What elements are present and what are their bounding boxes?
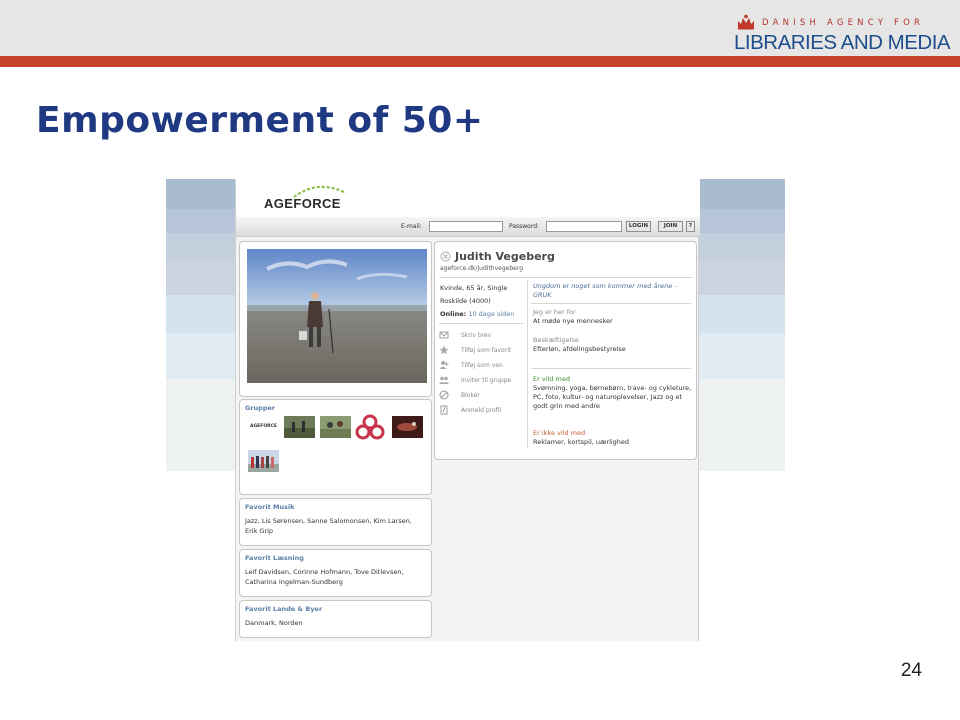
here-for-label: Jeg er her for bbox=[533, 308, 576, 316]
ageforce-logo[interactable]: AGEFORCE bbox=[264, 196, 341, 211]
profile-location: Roskilde (4000) bbox=[440, 297, 491, 305]
occupation-value: Efterløn, afdelingsbestyrelse bbox=[533, 345, 626, 353]
group-thumb-ageforce[interactable]: AGEFORCE bbox=[248, 416, 279, 438]
divider bbox=[439, 323, 524, 324]
join-button[interactable]: JOIN bbox=[658, 221, 683, 232]
reading-text: Leif Davidsen, Corinne Hofmann, Tove Dit… bbox=[245, 568, 404, 586]
profile-photo-box bbox=[239, 241, 432, 397]
password-label: Password: bbox=[509, 223, 540, 230]
music-text: Jazz, Lis Sørensen, Sanne Salomonsen, Ki… bbox=[245, 517, 412, 535]
status-circle-icon bbox=[440, 251, 451, 262]
groups-title: Grupper bbox=[245, 404, 276, 412]
groups-box: Grupper AGEFORCE bbox=[239, 399, 432, 495]
favorite-reading-box: Favorit Læsning Leif Davidsen, Corinne H… bbox=[239, 549, 432, 597]
column-divider bbox=[527, 280, 528, 448]
logo-agency-line: DANISH AGENCY FOR bbox=[762, 18, 925, 28]
divider bbox=[531, 303, 691, 304]
occupation-label: Beskæftigelse bbox=[533, 336, 579, 344]
profile-quote: Ungdom er noget som kommer med årene - G… bbox=[533, 282, 677, 299]
group-thumb-3[interactable] bbox=[355, 414, 385, 440]
slide-title: Empowerment of 50+ bbox=[36, 100, 484, 141]
online-label: Online: bbox=[440, 310, 467, 318]
page-number: 24 bbox=[900, 660, 922, 681]
star-icon bbox=[439, 345, 449, 355]
online-value: 10 dage siden bbox=[468, 310, 515, 318]
profile-online: Online: 10 dage siden bbox=[440, 310, 514, 318]
group-icon bbox=[439, 376, 449, 384]
accent-bar bbox=[0, 56, 960, 67]
favorite-music-box: Favorit Musik Jazz, Lis Sørensen, Sanne … bbox=[239, 498, 432, 546]
dislikes-value: Reklamer, kortspil, uærlighed bbox=[533, 438, 630, 446]
email-input[interactable] bbox=[429, 221, 503, 232]
group-thumb-5[interactable] bbox=[248, 450, 279, 472]
friend-icon bbox=[439, 361, 449, 369]
profile-box: Judith Vegeberg ageforce.dk/judithvegebe… bbox=[434, 241, 697, 460]
profile-photo[interactable] bbox=[247, 249, 427, 383]
music-title: Favorit Musik bbox=[245, 503, 295, 511]
logo-name-line: LIBRARIES AND MEDIA bbox=[734, 31, 951, 54]
places-text: Danmark, Norden bbox=[245, 619, 303, 627]
divider bbox=[439, 277, 693, 278]
profile-name: Judith Vegeberg bbox=[455, 250, 555, 263]
website-screenshot: AGEFORCE E-mail: Password: LOGIN JOIN ? bbox=[166, 179, 785, 641]
profile-details: Kvinde, 65 år, Single bbox=[440, 284, 508, 292]
likes-label: Er vild med bbox=[533, 375, 570, 383]
places-title: Favorit Lande & Byer bbox=[245, 605, 323, 613]
here-for-value: At møde nye mennesker bbox=[533, 317, 613, 325]
profile-url[interactable]: ageforce.dk/judithvegeberg bbox=[440, 265, 523, 272]
password-input[interactable] bbox=[546, 221, 622, 232]
group-thumb-1[interactable] bbox=[284, 416, 315, 438]
letter-icon bbox=[439, 331, 449, 339]
likes-value: Svømning, yoga, børnebørn, trave- og cyk… bbox=[533, 384, 692, 410]
reading-title: Favorit Læsning bbox=[245, 554, 304, 562]
group-thumb-4[interactable] bbox=[392, 416, 423, 438]
login-button[interactable]: LOGIN bbox=[626, 221, 651, 232]
report-icon bbox=[440, 405, 448, 415]
agency-logo: DANISH AGENCY FOR LIBRARIES AND MEDIA bbox=[734, 14, 951, 54]
email-label: E-mail: bbox=[401, 223, 422, 230]
login-bar: E-mail: Password: LOGIN JOIN ? bbox=[236, 217, 700, 237]
divider bbox=[531, 368, 691, 369]
ageforce-site: AGEFORCE E-mail: Password: LOGIN JOIN ? bbox=[235, 179, 700, 641]
block-icon bbox=[439, 390, 449, 400]
site-header: AGEFORCE bbox=[236, 179, 700, 217]
slide: DANISH AGENCY FOR LIBRARIES AND MEDIA Em… bbox=[0, 0, 960, 720]
help-button[interactable]: ? bbox=[686, 221, 695, 232]
group-thumb-2[interactable] bbox=[320, 416, 351, 438]
favorite-places-box: Favorit Lande & Byer Danmark, Norden bbox=[239, 600, 432, 638]
crown-icon bbox=[738, 14, 754, 30]
dislikes-label: Er ikke vild med bbox=[533, 429, 586, 437]
